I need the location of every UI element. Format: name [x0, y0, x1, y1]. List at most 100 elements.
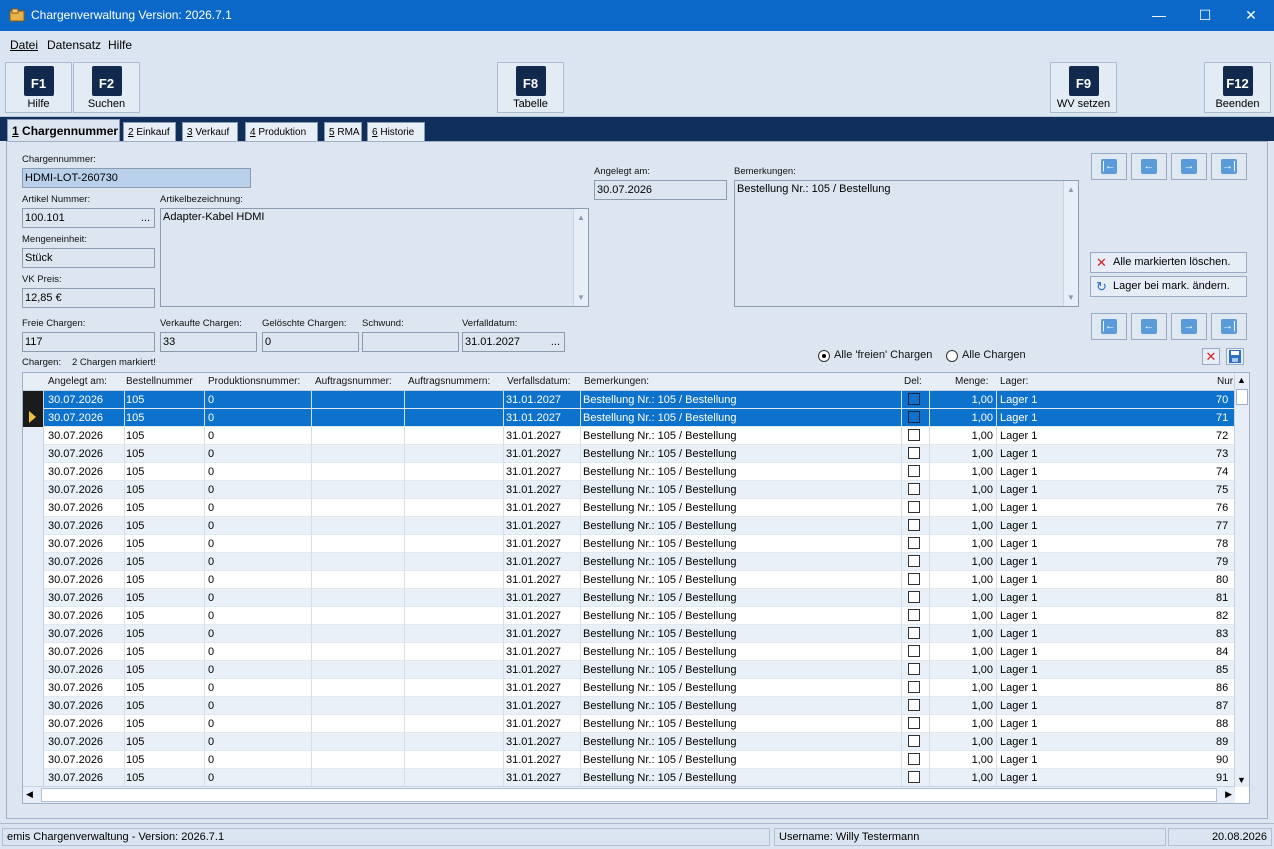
table-row[interactable]: 30.07.2026 105 0 31.01.2027 Bestellung Nr.: … — [23, 481, 1235, 499]
row-selector[interactable] — [23, 517, 44, 535]
row-selector[interactable] — [23, 409, 44, 427]
change-lager-button[interactable]: ↻ Lager bei mark. ändern. — [1090, 276, 1247, 297]
delete-marked-button[interactable]: ✕ Alle markierten löschen. — [1090, 252, 1247, 273]
delete-checkbox[interactable] — [908, 717, 920, 729]
table-row[interactable]: 30.07.2026 105 0 31.01.2027 Bestellung Nr.: … — [23, 679, 1235, 697]
table-row[interactable]: 30.07.2026 105 0 31.01.2027 Bestellung Nr.: … — [23, 661, 1235, 679]
vkpreis-field[interactable]: 12,85 € — [22, 288, 155, 308]
bemerkungen-scrollbar[interactable]: ▲ ▼ — [1063, 181, 1078, 306]
col-produktionsnummer[interactable]: Produktionsnummer: — [208, 376, 300, 387]
table-row[interactable]: 30.07.2026 105 0 31.01.2027 Bestellung Nr.: … — [23, 445, 1235, 463]
col-bestellnummer[interactable]: Bestellnummer — [126, 376, 193, 387]
nav-first-button[interactable]: |← — [1091, 153, 1127, 180]
delete-checkbox[interactable] — [908, 735, 920, 747]
delete-checkbox[interactable] — [908, 645, 920, 657]
geloeschte-field[interactable]: 0 — [262, 332, 359, 352]
scroll-right-icon[interactable]: ▶ — [1225, 789, 1232, 800]
f1-help-button[interactable]: F1 Hilfe — [5, 62, 72, 113]
delete-checkbox[interactable] — [908, 627, 920, 639]
col-angelegt[interactable]: Angelegt am: — [48, 376, 107, 387]
scroll-left-icon[interactable]: ◀ — [26, 789, 33, 800]
delete-checkbox[interactable] — [908, 429, 920, 441]
row-selector[interactable] — [23, 481, 44, 499]
row-selector[interactable] — [23, 661, 44, 679]
delete-checkbox[interactable] — [908, 609, 920, 621]
maximize-button[interactable]: ☐ — [1182, 0, 1228, 31]
delete-checkbox[interactable] — [908, 519, 920, 531]
menu-hilfe[interactable]: Hilfe — [108, 38, 132, 52]
table-row[interactable]: 30.07.2026 105 0 31.01.2027 Bestellung Nr.: … — [23, 391, 1235, 409]
tab-rma[interactable]: 5 RMA — [324, 122, 362, 142]
delete-checkbox[interactable] — [908, 501, 920, 513]
filter-freie-radio[interactable] — [818, 350, 830, 362]
row-selector[interactable] — [23, 697, 44, 715]
artikel-lookup-button[interactable]: ... — [141, 212, 150, 224]
table-row[interactable]: 30.07.2026 105 0 31.01.2027 Bestellung Nr.: … — [23, 643, 1235, 661]
table-row[interactable]: 30.07.2026 105 0 31.01.2027 Bestellung Nr.: … — [23, 625, 1235, 643]
grid-nav-last-button[interactable]: →| — [1211, 313, 1247, 340]
table-row[interactable]: 30.07.2026 105 0 31.01.2027 Bestellung Nr.: … — [23, 499, 1235, 517]
row-selector[interactable] — [23, 589, 44, 607]
mengeneinheit-field[interactable]: Stück — [22, 248, 155, 268]
nav-prev-button[interactable]: ← — [1131, 153, 1167, 180]
verkaufte-field[interactable]: 33 — [160, 332, 257, 352]
close-button[interactable]: ✕ — [1228, 0, 1274, 31]
nav-last-button[interactable]: →| — [1211, 153, 1247, 180]
f8-table-button[interactable]: F8 Tabelle — [497, 62, 564, 113]
row-selector[interactable] — [23, 427, 44, 445]
row-selector[interactable] — [23, 607, 44, 625]
artikelbez-scrollbar[interactable]: ▲ ▼ — [573, 209, 588, 306]
row-selector[interactable] — [23, 463, 44, 481]
filter-alle-label[interactable]: Alle Chargen — [962, 349, 1026, 361]
col-bemerkungen[interactable]: Bemerkungen: — [584, 376, 649, 387]
table-horizontal-scrollbar[interactable]: ◀ ▶ — [23, 786, 1235, 803]
col-del[interactable]: Del: — [904, 376, 922, 387]
table-row[interactable]: 30.07.2026 105 0 31.01.2027 Bestellung Nr.: … — [23, 427, 1235, 445]
table-row[interactable]: 30.07.2026 105 0 31.01.2027 Bestellung Nr.: … — [23, 571, 1235, 589]
col-verfallsdatum[interactable]: Verfallsdatum: — [507, 376, 570, 387]
table-row[interactable]: 30.07.2026 105 0 31.01.2027 Bestellung Nr.: … — [23, 697, 1235, 715]
chargennummer-field[interactable]: HDMI-LOT-260730 — [22, 168, 251, 188]
table-row[interactable]: 30.07.2026 105 0 31.01.2027 Bestellung Nr.: … — [23, 535, 1235, 553]
table-row[interactable]: 30.07.2026 105 0 31.01.2027 Bestellung Nr.: … — [23, 769, 1235, 787]
delete-checkbox[interactable] — [908, 663, 920, 675]
filter-alle-radio[interactable] — [946, 350, 958, 362]
col-menge[interactable]: Menge: — [955, 376, 988, 387]
delete-checkbox[interactable] — [908, 483, 920, 495]
row-selector[interactable] — [23, 643, 44, 661]
table-row[interactable]: 30.07.2026 105 0 31.01.2027 Bestellung Nr.: … — [23, 607, 1235, 625]
verfall-picker-button[interactable]: ... — [551, 336, 560, 348]
table-row[interactable]: 30.07.2026 105 0 31.01.2027 Bestellung Nr.: … — [23, 553, 1235, 571]
row-selector[interactable] — [23, 535, 44, 553]
row-selector[interactable] — [23, 625, 44, 643]
scroll-thumb[interactable] — [1236, 389, 1248, 405]
artikelnummer-field[interactable]: 100.101... — [22, 208, 155, 228]
bemerkungen-memo[interactable]: Bestellung Nr.: 105 / Bestellung ▲ ▼ — [734, 180, 1079, 307]
col-auftragsnummern[interactable]: Auftragsnummern: — [408, 376, 490, 387]
row-selector[interactable] — [23, 391, 44, 409]
menu-datensatz[interactable]: Datensatz — [47, 38, 101, 52]
tab-produktion[interactable]: 4 Produktion — [245, 122, 318, 142]
scroll-down-icon[interactable]: ▼ — [1237, 775, 1246, 785]
delete-checkbox[interactable] — [908, 537, 920, 549]
grid-nav-prev-button[interactable]: ← — [1131, 313, 1167, 340]
f2-search-button[interactable]: F2 Suchen — [73, 62, 140, 113]
scroll-down-icon[interactable]: ▼ — [1067, 293, 1075, 302]
artikelbez-memo[interactable]: Adapter-Kabel HDMI ▲ ▼ — [160, 208, 589, 307]
col-nummer[interactable]: Nur — [1217, 376, 1233, 387]
hscroll-thumb[interactable] — [41, 788, 1217, 802]
delete-checkbox[interactable] — [908, 393, 920, 405]
table-row[interactable]: 30.07.2026 105 0 31.01.2027 Bestellung Nr.: … — [23, 589, 1235, 607]
table-row[interactable]: 30.07.2026 105 0 31.01.2027 Bestellung Nr.: … — [23, 751, 1235, 769]
delete-checkbox[interactable] — [908, 699, 920, 711]
row-selector[interactable] — [23, 553, 44, 571]
save-icon[interactable] — [1226, 348, 1244, 365]
row-selector[interactable] — [23, 499, 44, 517]
row-selector[interactable] — [23, 571, 44, 589]
tab-historie[interactable]: 6 Historie — [367, 122, 425, 142]
minimize-button[interactable]: — — [1136, 0, 1182, 31]
delete-checkbox[interactable] — [908, 411, 920, 423]
row-selector[interactable] — [23, 679, 44, 697]
table-row[interactable]: 30.07.2026 105 0 31.01.2027 Bestellung Nr.: … — [23, 517, 1235, 535]
row-selector[interactable] — [23, 733, 44, 751]
